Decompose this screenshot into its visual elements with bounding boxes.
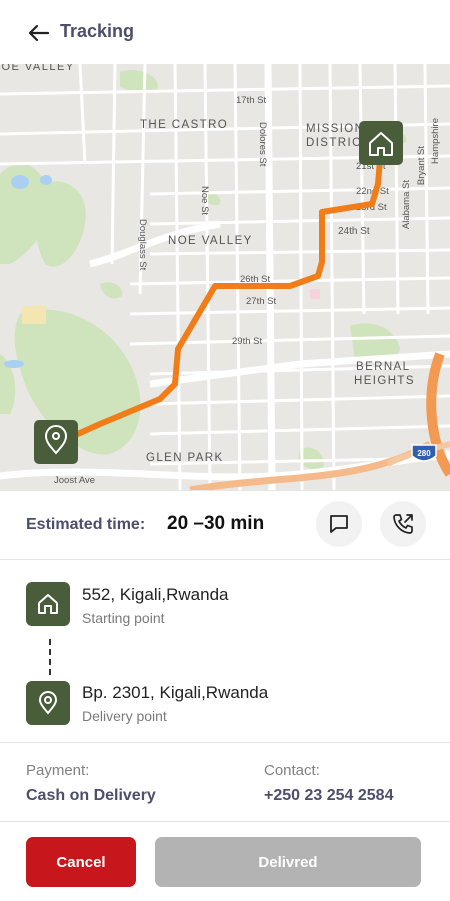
cancel-button[interactable]: Cancel (26, 837, 136, 887)
payment-value: Cash on Delivery (26, 787, 156, 804)
page-title: Tracking (60, 21, 135, 41)
highway-shield-icon: 280 (411, 444, 437, 462)
app-header: Tracking (0, 0, 450, 64)
map-label-douglass-st: Douglass St (137, 219, 148, 271)
eta-row: Estimated time: 20 –30 min (0, 491, 450, 560)
map-label-noe-valley-top: NOE VALLEY (0, 64, 75, 73)
map-label-the-castro: THE CASTRO (140, 119, 228, 131)
map-label-bernal: BERNAL (356, 361, 410, 373)
map-label-bryant-st: Bryant St (416, 146, 427, 185)
map-label-joost-ave: Joost Ave (54, 475, 95, 486)
map-label-noe-st: Noe St (199, 186, 210, 215)
chat-button[interactable] (316, 501, 362, 547)
map-label-shield: 280 (417, 449, 431, 458)
call-button[interactable] (380, 501, 426, 547)
map-label-mission: MISSION (306, 123, 364, 135)
map-label-noe-valley: NOE VALLEY (168, 235, 253, 247)
phone-outgoing-icon (393, 514, 413, 534)
map-label-29th-st: 29th St (232, 336, 262, 347)
divider (0, 742, 450, 743)
back-button[interactable] (26, 20, 52, 46)
map-label-glen-park: GLEN PARK (146, 452, 224, 464)
map-label-17th-st: 17th St (236, 95, 266, 106)
destination-stop-icon (26, 681, 70, 725)
map-location-marker[interactable] (34, 420, 78, 464)
contact-value[interactable]: +250 23 254 2584 (264, 787, 393, 805)
map-label-dolores-st: Dolores St (257, 122, 268, 167)
map-label-alabama-st: Alabama St (401, 180, 412, 229)
map-label-heights: HEIGHTS (354, 375, 415, 387)
map-canvas: 280 NOE VALLEY 17th St THE CASTRO MISSIO… (0, 64, 450, 490)
eta-value: 20 –30 min (167, 513, 265, 534)
map-label-27th-st: 27th St (246, 296, 276, 307)
contact-label: Contact: (264, 762, 320, 779)
divider (0, 821, 450, 822)
origin-address: 552, Kigali,Rwanda (82, 585, 229, 604)
origin-type: Starting point (82, 610, 165, 626)
eta-label: Estimated time: (26, 516, 146, 533)
origin-stop-icon (26, 582, 70, 626)
route-connector (49, 639, 51, 675)
destination-type: Delivery point (82, 708, 167, 724)
tracking-map[interactable]: 280 NOE VALLEY 17th St THE CASTRO MISSIO… (0, 64, 450, 490)
map-label-24th-st: 24th St (338, 226, 370, 237)
map-label-hampshire: Hampshire (430, 118, 441, 164)
arrow-left-icon (28, 24, 50, 42)
order-details-sheet: Estimated time: 20 –30 min 552, Kigali,R… (0, 490, 450, 901)
map-home-marker[interactable] (359, 121, 403, 165)
destination-address: Bp. 2301, Kigali,Rwanda (82, 683, 269, 702)
map-label-district: DISTRIC (306, 137, 362, 149)
payment-label: Payment: (26, 762, 90, 779)
location-pin-icon (38, 691, 58, 715)
chat-bubble-icon (330, 515, 348, 533)
delivered-button[interactable]: Delivred (155, 837, 421, 887)
home-icon (38, 594, 58, 614)
